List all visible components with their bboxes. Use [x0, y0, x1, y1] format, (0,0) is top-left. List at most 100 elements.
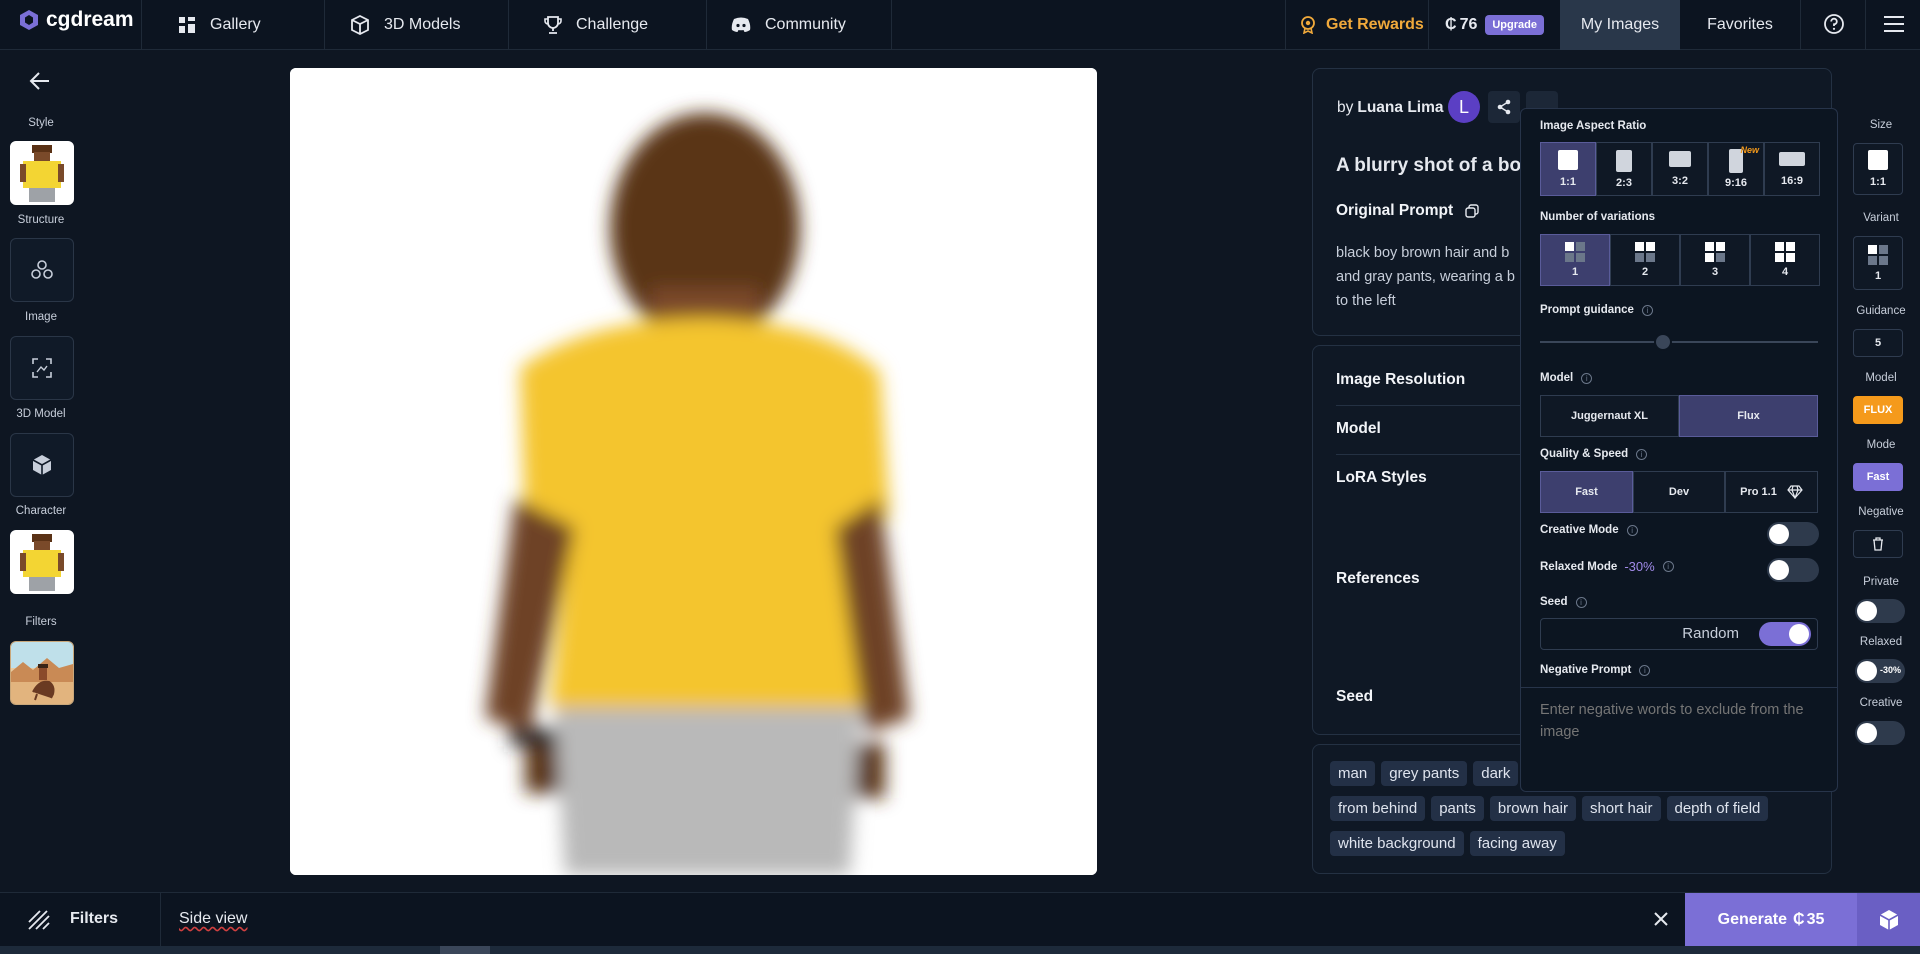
back-arrow-icon[interactable] [27, 70, 53, 97]
variation-option-4[interactable]: 4 [1750, 234, 1820, 286]
model-option-flux[interactable]: Flux [1679, 395, 1818, 437]
prompt-input[interactable]: Side view [179, 910, 247, 928]
generate-label: Generate [1717, 911, 1787, 928]
tag-chip[interactable]: short hair [1581, 796, 1661, 821]
generate-options-button[interactable] [1857, 893, 1920, 947]
relaxed-toggle-discount: -30% [1880, 665, 1902, 675]
relaxed-mode-toggle[interactable] [1767, 558, 1819, 582]
aspect-option-3-2[interactable]: 3:2 [1652, 142, 1708, 196]
style-thumbnail[interactable] [10, 141, 74, 205]
nav-gallery[interactable]: Gallery [178, 0, 261, 50]
guidance-slider-handle[interactable] [1654, 333, 1672, 351]
tag-chip[interactable]: from behind [1330, 796, 1426, 821]
nav-favorites[interactable]: Favorites [1680, 0, 1800, 50]
share-button[interactable] [1488, 91, 1520, 123]
generated-image[interactable] [290, 68, 1097, 875]
aspect-option-16-9[interactable]: 16:9 [1764, 142, 1820, 196]
seed-random-label: Random [1682, 625, 1739, 642]
nav-challenge[interactable]: Challenge [544, 0, 648, 50]
right-label-size: Size [1869, 119, 1893, 131]
creative-mode-toggle[interactable] [1767, 522, 1819, 546]
info-icon[interactable]: i [1626, 524, 1638, 536]
model-flux-badge[interactable]: FLUX [1853, 396, 1903, 424]
variation-options: 1 2 3 4 [1540, 234, 1820, 286]
tag-chip[interactable]: grey pants [1381, 761, 1468, 786]
aspect-option-1-1[interactable]: 1:1 [1540, 142, 1596, 196]
model-option-juggernaut[interactable]: Juggernaut XL [1540, 395, 1679, 437]
close-icon[interactable] [1653, 911, 1669, 932]
aspect-option-label: 16:9 [1780, 174, 1804, 187]
right-label-private: Private [1863, 576, 1899, 588]
negative-prompt-label: Negative Prompt [1540, 664, 1632, 676]
tag-chip[interactable]: brown hair [1489, 796, 1576, 821]
tag-chip[interactable]: facing away [1469, 831, 1565, 856]
quality-option-pro[interactable]: Pro 1.1 [1725, 471, 1818, 513]
structure-slot[interactable] [10, 238, 74, 302]
aspect-option-2-3[interactable]: 2:3 [1596, 142, 1652, 196]
hamburger-menu-icon[interactable] [1883, 15, 1905, 38]
generate-button[interactable]: Generate ₵ 35 [1685, 893, 1857, 947]
seed-input[interactable]: Random [1540, 618, 1818, 650]
tag-chip[interactable]: man [1330, 761, 1376, 786]
seed-random-toggle[interactable] [1759, 622, 1811, 646]
variation-option-2[interactable]: 2 [1610, 234, 1680, 286]
quality-option-dev[interactable]: Dev [1633, 471, 1725, 513]
scrollbar-thumb[interactable] [440, 946, 490, 954]
help-icon[interactable] [1823, 13, 1845, 40]
variation-option-3[interactable]: 3 [1680, 234, 1750, 286]
relaxed-toggle[interactable]: -30% [1855, 659, 1905, 683]
variation-option-label: 1 [1571, 266, 1579, 278]
variation-option-1[interactable]: 1 [1540, 234, 1610, 286]
info-icon[interactable]: i [1639, 664, 1651, 676]
prompt-guidance-header: Prompt guidance i [1540, 304, 1653, 316]
variant-button[interactable]: 1 [1853, 236, 1903, 290]
credits-coin-icon: ₵ [1445, 16, 1457, 33]
quality-options: Fast Dev Pro 1.1 [1540, 471, 1818, 513]
variation-grid-icon [1565, 242, 1585, 262]
character-thumbnail[interactable] [10, 530, 74, 594]
right-label-negative: Negative [1858, 506, 1904, 518]
negative-clear-button[interactable] [1853, 530, 1903, 558]
aspect-option-9-16[interactable]: New 9:16 [1708, 142, 1764, 196]
tag-chip[interactable]: white background [1330, 831, 1464, 856]
tag-chip[interactable]: dark [1473, 761, 1519, 786]
copy-icon[interactable] [1465, 204, 1479, 218]
mode-fast-badge[interactable]: Fast [1853, 463, 1903, 491]
upgrade-button[interactable]: Upgrade [1485, 15, 1544, 35]
guidance-value[interactable]: 5 [1853, 329, 1903, 357]
size-button[interactable]: 1:1 [1853, 143, 1903, 195]
info-icon[interactable]: i [1662, 561, 1674, 572]
nav-community[interactable]: Community [731, 0, 846, 50]
quality-option-fast[interactable]: Fast [1540, 471, 1633, 513]
avatar[interactable]: L [1448, 91, 1480, 123]
creative-toggle[interactable] [1855, 721, 1905, 745]
get-rewards-button[interactable]: Get Rewards [1300, 0, 1424, 50]
nav-3d-models[interactable]: 3D Models [350, 0, 460, 50]
info-icon[interactable]: i [1641, 304, 1653, 316]
brand-logo[interactable]: cgdream [18, 8, 134, 32]
tag-chip[interactable]: pants [1431, 796, 1484, 821]
right-label-model: Model [1865, 372, 1897, 384]
aspect-option-label: 2:3 [1616, 176, 1632, 189]
filters-thumbnail[interactable] [10, 641, 74, 705]
3d-model-slot[interactable] [10, 433, 74, 497]
filters-icon[interactable] [28, 910, 50, 935]
seed-header: Seed i [1540, 596, 1587, 608]
relaxed-discount: -30% [1624, 559, 1655, 574]
author-name[interactable]: Luana Lima [1357, 99, 1443, 117]
horizontal-scrollbar[interactable] [0, 946, 1920, 954]
negative-prompt-input[interactable] [1540, 699, 1825, 779]
info-icon[interactable]: i [1575, 596, 1587, 608]
guidance-slider-track[interactable] [1540, 341, 1818, 343]
filters-button[interactable]: Filters [70, 910, 118, 928]
cube-icon [32, 455, 52, 475]
nav-my-images[interactable]: My Images [1560, 0, 1680, 50]
structure-icon [31, 260, 53, 279]
info-icon[interactable]: i [1581, 372, 1593, 384]
cube-icon [351, 15, 369, 35]
info-icon[interactable]: i [1636, 448, 1648, 460]
tag-chip[interactable]: depth of field [1666, 796, 1769, 821]
generate-cost: 35 [1806, 911, 1825, 928]
private-toggle[interactable] [1855, 599, 1905, 623]
image-slot[interactable] [10, 336, 74, 400]
